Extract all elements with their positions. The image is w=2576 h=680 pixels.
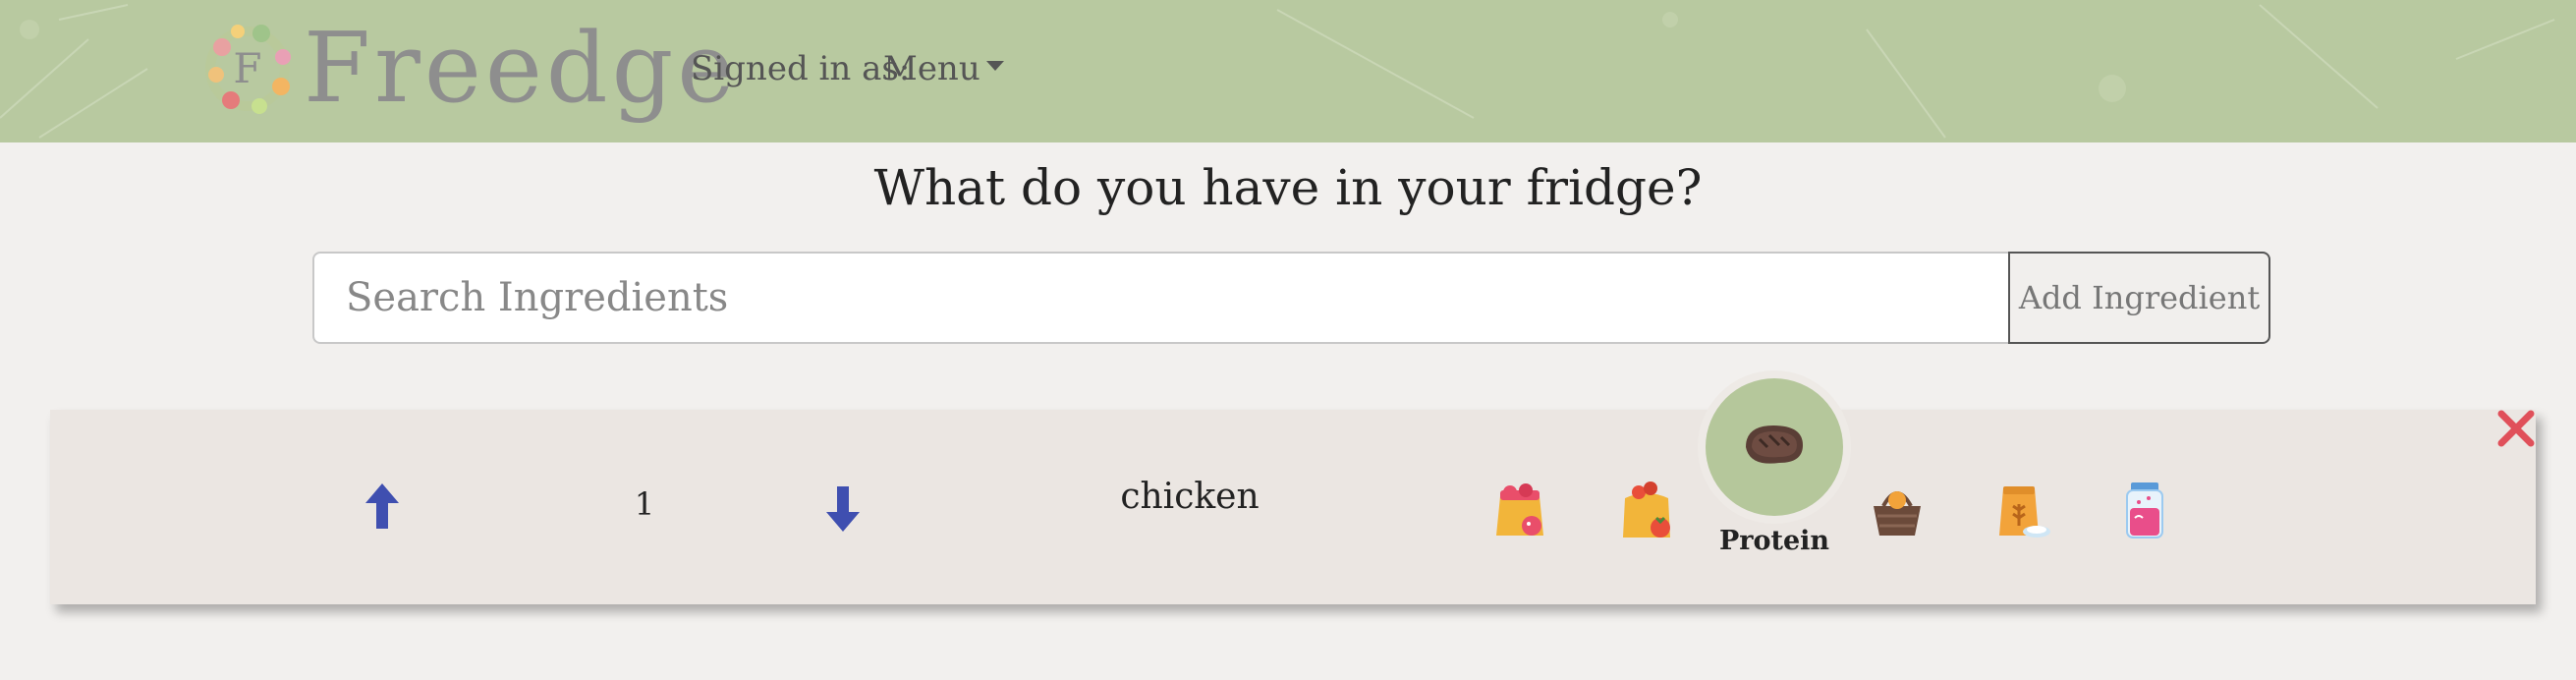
close-icon[interactable] [2495, 408, 2537, 449]
arrow-down-icon[interactable] [826, 486, 860, 532]
brand-name: Freedge [304, 13, 739, 125]
steak-icon [1746, 425, 1803, 464]
logo-letter: F [233, 44, 261, 92]
signed-in-label: Signed in as: [691, 49, 911, 88]
add-ingredient-button[interactable]: Add Ingredient [2008, 252, 2270, 344]
page-title: What do you have in your fridge? [873, 159, 1703, 216]
site-header: F Freedge Signed in as: Menu [0, 0, 2576, 142]
category-label: Protein [1718, 526, 1830, 556]
tomato-bag-icon[interactable] [1615, 479, 1678, 541]
grain-sack-icon[interactable] [1989, 479, 2052, 541]
category-protein-selected[interactable] [1706, 378, 1843, 516]
jar-icon[interactable] [2113, 479, 2176, 541]
red-bag-icon[interactable] [1488, 479, 1551, 541]
caret-down-icon [985, 61, 1004, 71]
ingredient-row: 1 chicken Protein [50, 378, 2537, 604]
basket-icon[interactable] [1866, 479, 1929, 541]
arrow-up-icon[interactable] [365, 483, 399, 529]
menu-dropdown[interactable]: Menu [883, 49, 1004, 88]
quantity-value: 1 [634, 485, 655, 523]
brand-logo[interactable]: F Freedge [196, 10, 738, 128]
ingredient-name: chicken [1120, 477, 1260, 517]
search-input[interactable] [312, 252, 2008, 344]
menu-label: Menu [883, 49, 980, 88]
logo-wreath-icon: F [196, 18, 300, 121]
